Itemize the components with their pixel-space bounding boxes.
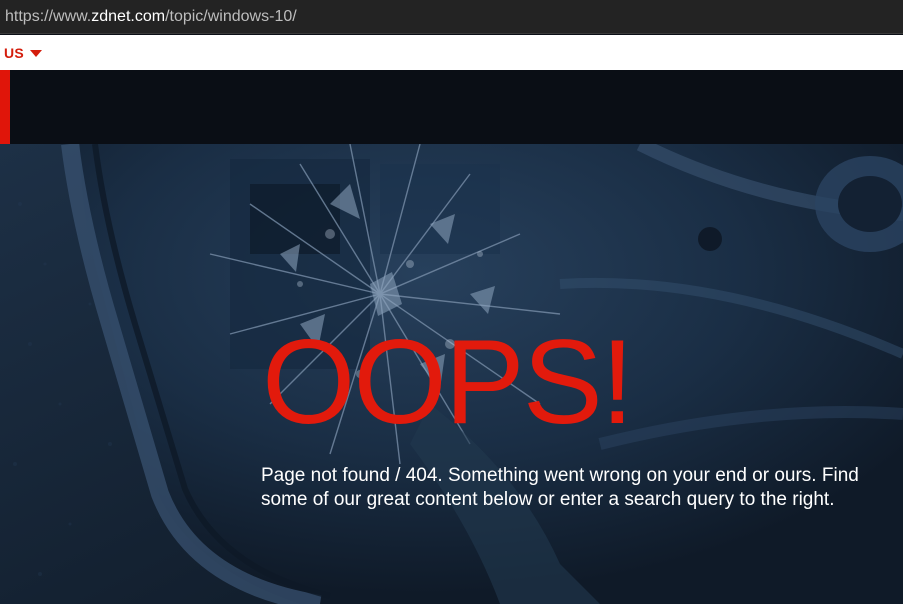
url-scheme: https://www.: [5, 8, 92, 25]
region-label: US: [4, 45, 25, 61]
region-strip: US: [0, 35, 903, 70]
error-message: Page not found / 404. Something went wro…: [261, 465, 859, 510]
site-header: [0, 70, 903, 144]
header-accent-bar: [0, 70, 10, 144]
address-bar[interactable]: https://www.zdnet.com/topic/windows-10/: [0, 0, 903, 34]
url-path: /topic/windows-10/: [165, 8, 297, 25]
error-headline: OOPS!: [262, 315, 634, 449]
caret-down-icon: [30, 50, 43, 57]
error-hero: OOPS! Page not found / 404. Something we…: [0, 144, 903, 604]
url-host: zdnet.com: [91, 8, 166, 25]
region-selector[interactable]: US: [4, 43, 43, 63]
